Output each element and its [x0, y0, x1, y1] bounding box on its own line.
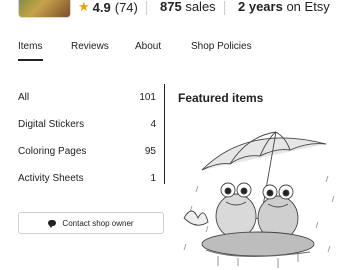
frogs-umbrella-illustration: [183, 131, 335, 268]
tab-items[interactable]: Items: [18, 40, 42, 54]
shop-thumbnail[interactable]: [18, 0, 71, 18]
featured-items-heading: Featured items: [178, 91, 264, 105]
featured-item-image[interactable]: [178, 126, 340, 270]
review-count: (74): [114, 0, 138, 15]
contact-button-label: Contact shop owner: [62, 218, 134, 228]
sidebar-item-coloring-pages[interactable]: Coloring Pages 95: [18, 145, 156, 159]
selected-category-indicator: [164, 84, 165, 184]
star-icon: ★: [78, 0, 90, 14]
active-tab-indicator: [18, 59, 43, 61]
category-count: 4: [150, 119, 156, 130]
category-count: 1: [150, 173, 156, 184]
sidebar-item-all[interactable]: All 101: [18, 91, 156, 105]
sidebar-item-digital-stickers[interactable]: Digital Stickers 4: [18, 118, 156, 132]
tab-reviews[interactable]: Reviews: [71, 40, 109, 54]
category-count: 101: [139, 92, 156, 103]
sales-count: 875: [160, 0, 182, 14]
sidebar-item-activity-sheets[interactable]: Activity Sheets 1: [18, 172, 156, 186]
tab-shop-policies[interactable]: Shop Policies: [191, 40, 252, 54]
chat-bubble-icon: [48, 220, 57, 228]
stat-divider: [146, 1, 147, 15]
category-label: All: [18, 92, 30, 103]
category-label: Digital Stickers: [18, 119, 85, 130]
years-stat: 2 years on Etsy: [238, 0, 330, 14]
rating-value: 4.9: [92, 0, 111, 15]
sales-stat: 875 sales: [160, 0, 216, 14]
tab-about[interactable]: About: [135, 40, 161, 54]
category-label: Activity Sheets: [18, 173, 84, 184]
sales-label: sales: [185, 0, 216, 14]
category-count: 95: [144, 146, 156, 157]
contact-shop-owner-button[interactable]: Contact shop owner: [18, 212, 164, 234]
category-label: Coloring Pages: [18, 146, 87, 157]
years-label: on Etsy: [286, 0, 330, 14]
stat-divider: [224, 1, 225, 15]
shop-rating[interactable]: ★ 4.9 (74): [78, 0, 138, 15]
years-count: 2 years: [238, 0, 283, 14]
